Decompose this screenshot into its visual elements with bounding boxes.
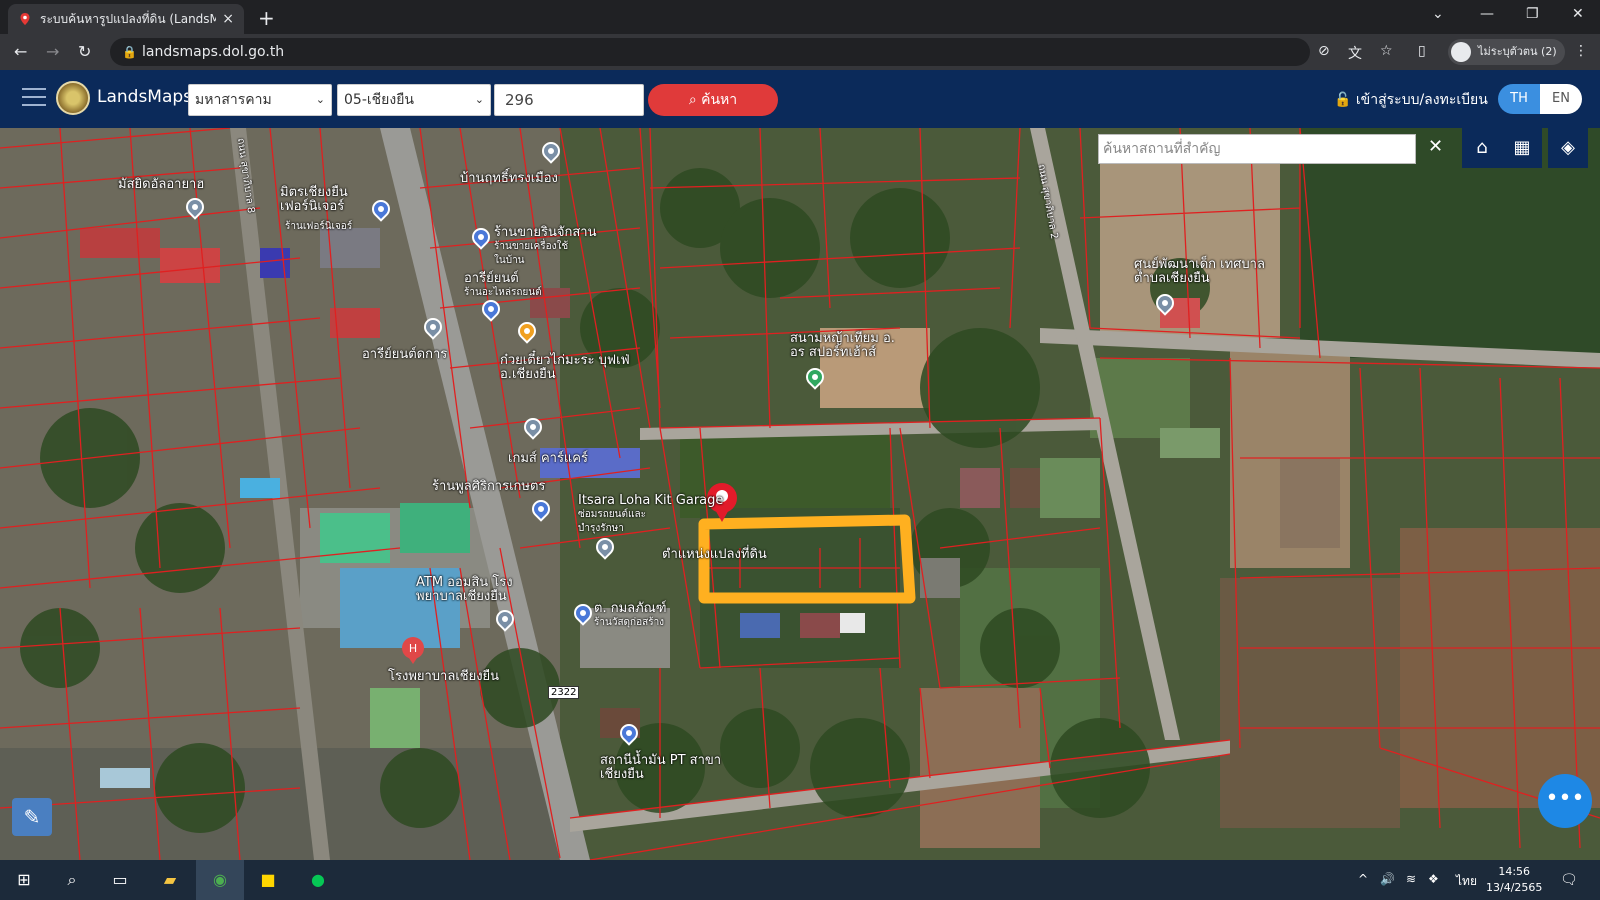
dol-logo [56, 81, 90, 115]
reload-icon[interactable]: ↻ [78, 42, 91, 61]
notification-icon[interactable]: 🗨 [1560, 872, 1578, 888]
login-label: เข้าสู่ระบบ/ลงทะเบียน [1355, 92, 1488, 108]
search-button[interactable]: ⌕ ค้นหา [648, 84, 778, 116]
place-label: ร้านเฟอร์นิเจอร์ [285, 221, 353, 232]
minimize-button[interactable]: — [1480, 6, 1494, 22]
place-label: มัสยิดอัลอายาฮ [118, 177, 205, 192]
grid-icon[interactable]: ▦ [1502, 128, 1542, 168]
clear-search-icon[interactable]: ✕ [1428, 136, 1443, 157]
home-icon[interactable]: ⌂ [1462, 128, 1502, 168]
place-label: ศูนย์พัฒนาเด็ก เทศบาลตำบลเชียงยืน [1134, 257, 1265, 286]
district-value: 05-เชียงยืน [344, 92, 414, 108]
url-text: landsmaps.dol.go.th [142, 44, 285, 60]
place-label: ก๋วยเตี๋ยวไก่มะระ บุฟเฟ่ อ.เชียงยืน [500, 353, 630, 382]
place-label: มิตรเชียงยืน เฟอร์นิเจอร์ [280, 185, 348, 214]
province-value: มหาสารคาม [195, 92, 272, 108]
place-label: ATM ออมสิน โรงพยาบาลเชียงยืน [416, 575, 513, 604]
place-label: ต. กมลภัณฑ์ [594, 601, 667, 616]
parcel-position-label: ตำแหน่งแปลงที่ดิน [662, 547, 767, 562]
place-label: Itsara Loha Kit Garage [578, 493, 724, 508]
satellite-map[interactable]: H มัสยิดอัลอายาฮ มิตรเชียงยืน เฟอร์นิเจอ… [0, 128, 1600, 860]
place-label: ร้านขายเครื่องใช้ในบ้าน [494, 241, 569, 266]
lang-th-button[interactable]: TH [1498, 84, 1540, 114]
browser-menu-icon[interactable]: ⋮ [1574, 43, 1588, 59]
district-select[interactable]: 05-เชียงยืน ⌄ [337, 84, 491, 116]
browser-tab-bar: ระบบค้นหารูปแปลงที่ดิน (LandsMaps × + ⌄ … [0, 0, 1600, 34]
place-label: สถานีน้ำมัน PT สาขา เชียงยืน [600, 753, 722, 782]
search-icon[interactable]: ⌕ [60, 868, 84, 892]
task-view-icon[interactable]: ▭ [108, 868, 132, 892]
tab-title: ระบบค้นหารูปแปลงที่ดิน (LandsMaps [40, 11, 217, 26]
close-window-button[interactable]: ✕ [1572, 6, 1584, 22]
search-button-label: ค้นหา [701, 92, 738, 108]
tab-search-icon[interactable]: ⌄ [1432, 6, 1444, 22]
back-icon[interactable]: ← [14, 42, 27, 61]
clock-time: 14:56 [1498, 865, 1531, 878]
lock-icon: 🔓 [1334, 92, 1352, 108]
place-label: ซ่อมรถยนต์และบำรุงรักษา [578, 509, 646, 534]
landmark-search-input[interactable]: ค้นหาสถานที่สำคัญ [1098, 134, 1416, 164]
place-label: เกมส์ คาร์แคร์ [508, 451, 588, 466]
clock-date: 13/4/2565 [1486, 881, 1543, 894]
place-label: อารีย์ยนต์ [464, 271, 519, 286]
line-app-icon[interactable]: ● [306, 868, 330, 892]
route-shield: 2322 [548, 686, 580, 699]
browser-toolbar: ← → ↻ 🔒 landsmaps.dol.go.th ⊘ 文 ☆ ▯ ไม่ร… [0, 34, 1600, 70]
place-label: ร้านพูลศิริการเกษตร [432, 479, 546, 494]
parcel-number-input[interactable]: 296 [494, 84, 644, 116]
login-link[interactable]: 🔓 เข้าสู่ระบบ/ลงทะเบียน [1334, 89, 1488, 111]
app-header: LandsMaps มหาสารคาม ⌄ 05-เชียงยืน ⌄ 296 … [0, 70, 1600, 128]
place-label: ร้านอะไหล่รถยนต์ [464, 287, 542, 298]
input-language[interactable]: ไทย [1456, 872, 1477, 891]
translate-icon[interactable]: 文 [1348, 43, 1362, 63]
address-bar[interactable]: 🔒 landsmaps.dol.go.th [110, 38, 1310, 66]
chat-more-icon[interactable]: ••• [1538, 774, 1592, 828]
chrome-icon[interactable]: ◉ [208, 868, 232, 892]
province-select[interactable]: มหาสารคาม ⌄ [188, 84, 332, 116]
draw-tools-icon[interactable]: ✎ [12, 798, 52, 836]
place-label: บ้านฤทธิ์ทรงเมือง [460, 171, 558, 186]
chevron-down-icon: ⌄ [474, 93, 484, 106]
place-label: ร้านขายรินจักสาน [494, 225, 597, 240]
windows-start-icon[interactable]: ⊞ [12, 868, 36, 892]
volume-icon[interactable]: 🔊 [1380, 872, 1395, 886]
new-tab-button[interactable]: + [258, 6, 275, 30]
incognito-icon [1451, 42, 1471, 62]
sticky-notes-icon[interactable]: ■ [256, 868, 280, 892]
svg-text:H: H [409, 642, 417, 655]
file-explorer-icon[interactable]: ▰ [158, 868, 182, 892]
incognito-profile-button[interactable]: ไม่ระบุตัวตน (2) [1448, 39, 1565, 65]
system-clock[interactable]: 14:56 13/4/2565 [1486, 864, 1542, 896]
place-label: โรงพยาบาลเชียงยืน [388, 669, 500, 684]
location-blocked-icon[interactable]: ⊘ [1318, 43, 1330, 59]
place-label: สนามหญ้าเทียม อ. อร สปอร์ทเฮ้าส์ [790, 331, 895, 360]
search-icon: ⌕ [688, 92, 697, 108]
chevron-up-icon[interactable]: ^ [1358, 872, 1368, 886]
dropbox-icon[interactable]: ❖ [1428, 872, 1439, 886]
bookmark-star-icon[interactable]: ☆ [1380, 43, 1393, 59]
layers-icon[interactable]: ◈ [1548, 128, 1588, 168]
brand-name: LandsMaps [97, 87, 193, 107]
browser-tab[interactable]: ระบบค้นหารูปแปลงที่ดิน (LandsMaps × [8, 4, 244, 34]
map-pin-favicon-icon [20, 13, 30, 25]
chevron-down-icon: ⌄ [315, 93, 325, 106]
tab-close-icon[interactable]: × [222, 11, 234, 27]
map-canvas: H [0, 128, 1600, 860]
hamburger-menu-icon[interactable] [22, 88, 46, 108]
side-panel-icon[interactable]: ▯ [1418, 43, 1426, 59]
lang-en-button[interactable]: EN [1540, 84, 1582, 114]
place-label: ร้านวัสดุก่อสร้าง [594, 617, 665, 628]
wifi-icon[interactable]: ≋ [1406, 872, 1416, 886]
lock-icon: 🔒 [122, 45, 137, 59]
restore-button[interactable]: ❐ [1526, 6, 1539, 22]
profile-label: ไม่ระบุตัวตน (2) [1478, 45, 1557, 58]
place-label: อารีย์ยนต์ดการ [362, 347, 448, 362]
forward-icon[interactable]: → [46, 42, 59, 61]
windows-taskbar: ⊞ ⌕ ▭ ▰ ◉ ■ ● ^ 🔊 ≋ ❖ ไทย 14:56 13/4/256… [0, 860, 1600, 900]
